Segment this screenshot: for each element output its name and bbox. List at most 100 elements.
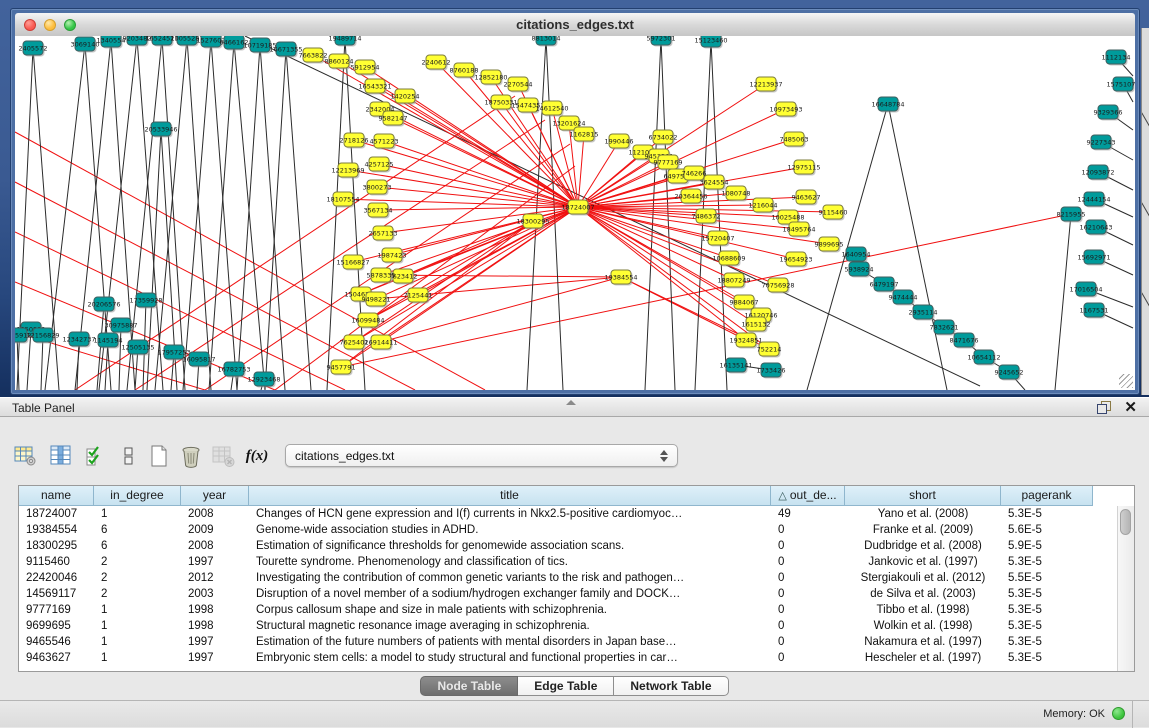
network-view-window[interactable]: citations_edges.txt 2405572 3069140134055… <box>10 8 1140 395</box>
column-header-pagerank[interactable]: pagerank <box>1001 486 1093 506</box>
table-row[interactable]: 1872400712008Changes of HCN gene express… <box>19 506 1118 522</box>
column-header-title[interactable]: title <box>249 486 771 506</box>
graph-node[interactable]: 12156829 <box>26 328 59 344</box>
graph-node[interactable]: 1145194 <box>94 333 123 349</box>
graph-node[interactable]: 12505135 <box>121 340 154 356</box>
graph-node[interactable]: 9474444 <box>889 290 918 306</box>
column-visibility-icon[interactable] <box>48 443 74 469</box>
graph-node[interactable]: 15692971 <box>1077 250 1110 266</box>
graph-node[interactable]: 17359928 <box>129 293 162 309</box>
scrollbar-thumb[interactable] <box>1120 509 1131 535</box>
graph-node[interactable]: 4571223 <box>370 134 399 150</box>
graph-node[interactable]: 20206576 <box>87 297 120 313</box>
column-header-in_degree[interactable]: in_degree <box>94 486 181 506</box>
graph-node[interactable]: 16648784 <box>871 97 904 113</box>
graph-node[interactable]: 7125441 <box>404 288 433 304</box>
graph-node[interactable]: 12975115 <box>787 160 820 176</box>
table-row[interactable]: 946362711997Embryonic stem cells: a mode… <box>19 650 1118 666</box>
graph-node[interactable]: 20533946 <box>144 122 177 138</box>
graph-node[interactable]: 9227343 <box>1087 135 1116 151</box>
graph-node[interactable]: 9463627 <box>792 190 821 206</box>
select-rows-icon[interactable] <box>83 443 109 469</box>
graph-node[interactable]: 1162815 <box>570 127 599 143</box>
graph-node[interactable]: 9245652 <box>995 365 1024 381</box>
graph-node[interactable]: 12213969 <box>331 163 364 179</box>
graph-node[interactable]: 15720407 <box>701 231 734 247</box>
graph-node[interactable]: 10973493 <box>769 102 802 118</box>
graph-node[interactable]: 5938924 <box>845 262 874 278</box>
graph-node[interactable]: 4257125 <box>365 157 394 173</box>
graph-node[interactable]: 2405572 <box>19 41 48 57</box>
graph-node[interactable]: 17016504 <box>1069 282 1102 298</box>
graph-node[interactable]: 10688609 <box>712 251 745 267</box>
graph-node[interactable]: 8813014 <box>532 36 561 47</box>
graph-node[interactable]: 15123460 <box>694 36 727 49</box>
table-row[interactable]: 1456911722003Disruption of a novel membe… <box>19 586 1118 602</box>
network-canvas[interactable]: 2405572306914013405549203482165245211005… <box>15 36 1135 390</box>
graph-node[interactable]: 9777169 <box>654 155 683 171</box>
graph-node[interactable]: 9498221 <box>362 292 391 308</box>
table-vertical-scrollbar[interactable] <box>1117 506 1134 671</box>
window-resize-grip[interactable] <box>1119 374 1133 388</box>
graph-node[interactable]: 9457791 <box>327 360 356 376</box>
graph-node[interactable]: 1733426 <box>757 363 786 379</box>
graph-node[interactable]: 19489714 <box>328 36 361 47</box>
graph-node[interactable]: 1987423 <box>378 248 407 264</box>
graph-node[interactable]: 8215955 <box>1057 207 1086 223</box>
graph-node[interactable]: 7485063 <box>780 132 809 148</box>
graph-node[interactable]: 8860124 <box>325 54 354 70</box>
graph-node[interactable]: 1615132 <box>742 317 771 333</box>
graph-node[interactable]: 10654112 <box>967 350 1000 366</box>
graph-node[interactable]: 3069140 <box>71 37 100 53</box>
split-pane-handle[interactable] <box>566 400 576 405</box>
graph-node[interactable]: 1340554 <box>97 36 126 49</box>
graph-node[interactable]: 1167531 <box>1080 303 1109 319</box>
graph-node[interactable]: 3800273 <box>363 180 392 196</box>
graph-node[interactable]: 15166827 <box>336 255 369 271</box>
graph-node[interactable]: 15751074 <box>1106 77 1135 93</box>
graph-node[interactable]: 14612540 <box>535 101 568 117</box>
graph-node[interactable]: 5912954 <box>351 60 380 76</box>
graph-node[interactable]: 9582147 <box>379 111 408 127</box>
column-header-short[interactable]: short <box>845 486 1001 506</box>
graph-node[interactable]: 2718126 <box>340 133 369 149</box>
graph-node[interactable]: 7486372 <box>692 209 721 225</box>
column-header-year[interactable]: year <box>181 486 249 506</box>
graph-node[interactable]: 12342737 <box>62 332 95 348</box>
graph-node[interactable]: 12213937 <box>749 77 782 93</box>
table-row[interactable]: 1830029562008Estimation of significance … <box>19 538 1118 554</box>
graph-node[interactable]: 2270544 <box>504 77 533 93</box>
table-row[interactable]: 969969511998Structural magnetic resonanc… <box>19 618 1118 634</box>
graph-node[interactable]: 9329366 <box>1094 105 1123 121</box>
graph-node[interactable]: 1112134 <box>1102 50 1131 66</box>
network-window-titlebar[interactable]: citations_edges.txt <box>15 13 1135 37</box>
graph-node[interactable]: 2657133 <box>369 226 398 242</box>
graph-node[interactable]: 5878335 <box>367 268 396 284</box>
graph-node[interactable]: 8471676 <box>950 333 979 349</box>
graph-node[interactable]: 2935114 <box>909 305 938 321</box>
tab-network-table[interactable]: Network Table <box>614 676 728 696</box>
graph-node[interactable]: 6734022 <box>649 130 678 146</box>
row-height-icon[interactable] <box>116 443 142 469</box>
column-header-name[interactable]: name <box>19 486 94 506</box>
graph-node[interactable]: 12444154 <box>1077 192 1110 208</box>
graph-node[interactable]: 16135141 <box>719 358 752 374</box>
graph-node[interactable]: 2240612 <box>422 55 451 71</box>
graph-node[interactable]: 9899695 <box>815 237 844 253</box>
column-header-out_de[interactable]: △out_de... <box>771 486 845 506</box>
table-row[interactable]: 1938455462009Genome-wide association stu… <box>19 522 1118 538</box>
graph-node[interactable]: 3567134 <box>364 203 393 219</box>
graph-node[interactable]: 19654923 <box>779 252 812 268</box>
graph-node[interactable]: 1990446 <box>605 134 634 150</box>
graph-node[interactable]: 18495764 <box>782 222 815 238</box>
graph-node[interactable]: 7832621 <box>930 320 959 336</box>
graph-node[interactable]: 12923468 <box>247 372 280 388</box>
table-row[interactable]: 911546021997Tourette syndrome. Phenomeno… <box>19 554 1118 570</box>
table-panel-header[interactable]: Table Panel ✕ <box>0 397 1149 417</box>
table-selector-dropdown[interactable]: citations_edges.txt <box>285 444 678 467</box>
close-panel-icon[interactable]: ✕ <box>1124 399 1137 416</box>
new-table-icon[interactable] <box>146 443 172 469</box>
graph-node[interactable]: 752214 <box>757 342 782 358</box>
graph-node[interactable]: 9115460 <box>819 205 848 221</box>
delete-table-icon[interactable] <box>178 443 204 469</box>
